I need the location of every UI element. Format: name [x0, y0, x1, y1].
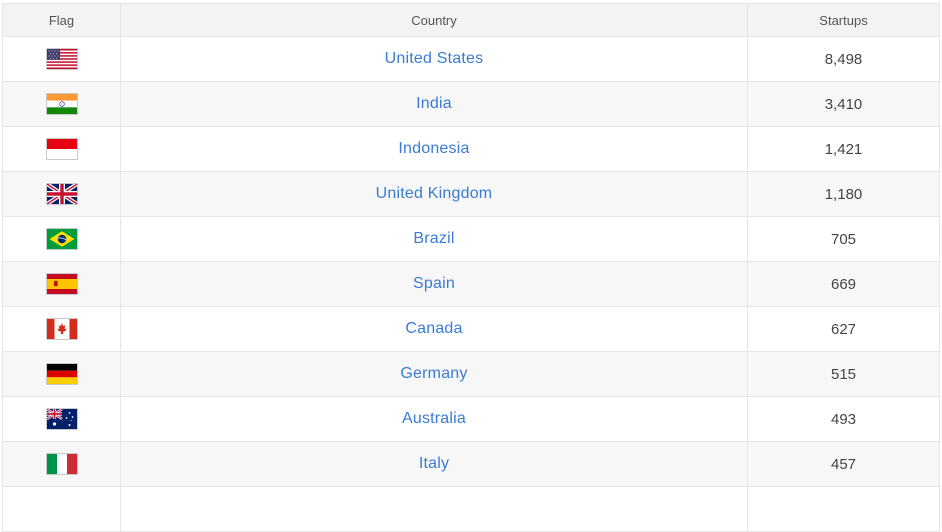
- country-link-canada[interactable]: Canada: [405, 320, 462, 338]
- column-header-flag[interactable]: Flag: [2, 4, 120, 36]
- flag-cell: [2, 307, 120, 351]
- country-link-brazil[interactable]: Brazil: [413, 230, 454, 248]
- startups-count: 3,410: [824, 95, 863, 113]
- country-cell: Canada: [120, 307, 747, 351]
- column-header-country[interactable]: Country: [120, 4, 747, 36]
- startups-cell: 1,421: [747, 127, 940, 171]
- flag-cell: [2, 442, 120, 486]
- table-row: [2, 487, 940, 532]
- flag-cell: [2, 82, 120, 126]
- startups-by-country-table: Flag Country Startups United States 8,49…: [2, 3, 940, 532]
- table-row: Spain 669: [2, 262, 940, 307]
- flag-cell: [2, 262, 120, 306]
- column-header-startups[interactable]: Startups: [747, 4, 940, 36]
- flag-cell: [2, 127, 120, 171]
- country-cell: Italy: [120, 442, 747, 486]
- country-cell: United Kingdom: [120, 172, 747, 216]
- country-cell: [120, 487, 747, 531]
- startups-count: 1,180: [824, 185, 863, 203]
- startups-cell: 493: [747, 397, 940, 441]
- indonesia-flag-icon: [45, 138, 78, 160]
- startups-cell: [747, 487, 940, 531]
- canada-flag-icon: [45, 318, 78, 340]
- table-row: Indonesia 1,421: [2, 127, 940, 172]
- flag-cell: [2, 352, 120, 396]
- country-link-united-states[interactable]: United States: [385, 50, 484, 68]
- brazil-flag-icon: [45, 228, 78, 250]
- flag-cell: [2, 217, 120, 261]
- table-row: United States 8,498: [2, 37, 940, 82]
- startups-count: 705: [830, 230, 857, 248]
- country-link-germany[interactable]: Germany: [400, 365, 467, 383]
- us-flag-icon: [45, 48, 78, 70]
- table-row: Canada 627: [2, 307, 940, 352]
- country-link-india[interactable]: India: [416, 95, 452, 113]
- germany-flag-icon: [45, 363, 78, 385]
- country-link-italy[interactable]: Italy: [419, 455, 449, 473]
- flag-cell: [2, 487, 120, 531]
- country-cell: Brazil: [120, 217, 747, 261]
- country-cell: Indonesia: [120, 127, 747, 171]
- startups-count: 8,498: [824, 50, 863, 68]
- startups-count: 493: [830, 410, 857, 428]
- startups-cell: 705: [747, 217, 940, 261]
- country-link-australia[interactable]: Australia: [402, 410, 466, 428]
- startups-cell: 457: [747, 442, 940, 486]
- table-row: Germany 515: [2, 352, 940, 397]
- startups-count: 515: [830, 365, 857, 383]
- startups-count: 457: [830, 455, 857, 473]
- table-row: Brazil 705: [2, 217, 940, 262]
- spain-flag-icon: [45, 273, 78, 295]
- startups-count: 627: [830, 320, 857, 338]
- startups-count: 669: [830, 275, 857, 293]
- startups-cell: 1,180: [747, 172, 940, 216]
- table-row: Italy 457: [2, 442, 940, 487]
- country-cell: Australia: [120, 397, 747, 441]
- startups-cell: 669: [747, 262, 940, 306]
- startups-cell: 3,410: [747, 82, 940, 126]
- startups-cell: 8,498: [747, 37, 940, 81]
- table-row: India 3,410: [2, 82, 940, 127]
- country-link-spain[interactable]: Spain: [413, 275, 455, 293]
- flag-cell: [2, 172, 120, 216]
- flag-cell: [2, 397, 120, 441]
- country-cell: India: [120, 82, 747, 126]
- startups-count: 1,421: [824, 140, 863, 158]
- country-cell: United States: [120, 37, 747, 81]
- flag-cell: [2, 37, 120, 81]
- table-row: United Kingdom 1,180: [2, 172, 940, 217]
- country-cell: Germany: [120, 352, 747, 396]
- country-link-united-kingdom[interactable]: United Kingdom: [376, 185, 493, 203]
- startups-cell: 627: [747, 307, 940, 351]
- table-row: Australia 493: [2, 397, 940, 442]
- australia-flag-icon: [45, 408, 78, 430]
- india-flag-icon: [45, 93, 78, 115]
- country-cell: Spain: [120, 262, 747, 306]
- italy-flag-icon: [45, 453, 78, 475]
- table-header-row: Flag Country Startups: [2, 3, 940, 37]
- uk-flag-icon: [45, 183, 78, 205]
- startups-cell: 515: [747, 352, 940, 396]
- country-link-indonesia[interactable]: Indonesia: [398, 140, 469, 158]
